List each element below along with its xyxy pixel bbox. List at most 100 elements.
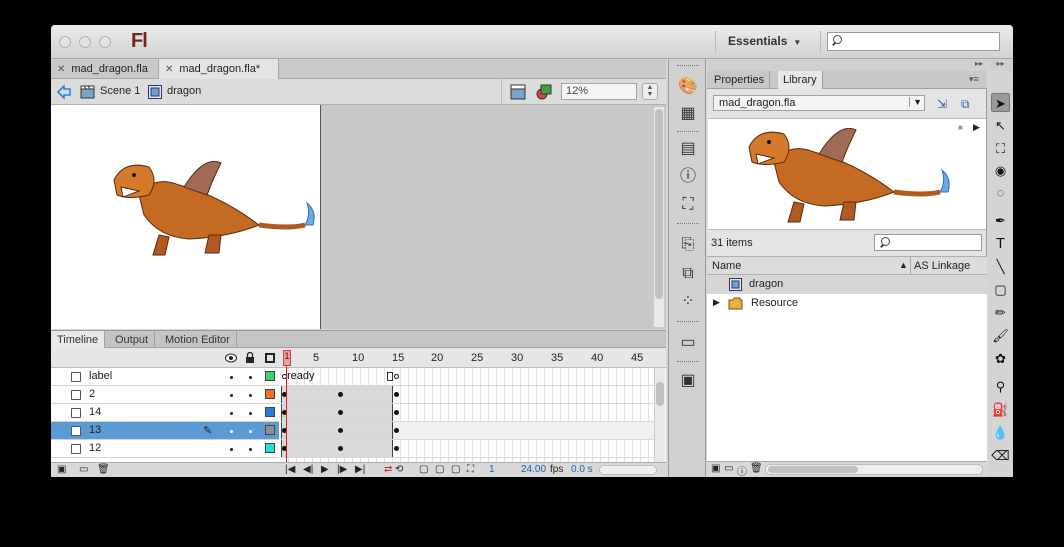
- column-as-linkage[interactable]: AS Linkage: [914, 260, 970, 272]
- lock-dot[interactable]: [249, 412, 252, 415]
- layer-color-swatch[interactable]: [265, 371, 275, 381]
- layer-row-14[interactable]: 14: [51, 404, 279, 422]
- go-to-first-frame-icon[interactable]: |◀: [285, 464, 295, 475]
- modify-onion-markers-icon[interactable]: ⛶: [467, 464, 474, 475]
- onion-outline-icon[interactable]: ▢: [435, 464, 444, 475]
- new-library-panel-icon[interactable]: ⧉: [961, 97, 970, 112]
- stage-area[interactable]: [51, 105, 666, 329]
- new-layer-icon[interactable]: ▣: [57, 464, 66, 475]
- 3d-rotation-tool-icon[interactable]: ◉: [991, 161, 1010, 180]
- frame-row[interactable]: [281, 404, 654, 422]
- library-item-dragon[interactable]: dragon: [707, 275, 987, 294]
- back-arrow-icon[interactable]: [56, 84, 72, 100]
- help-search-input[interactable]: [827, 32, 1000, 51]
- eyedropper-tool-icon[interactable]: 💧: [991, 423, 1010, 442]
- properties-icon[interactable]: ⓘ: [737, 463, 747, 477]
- step-back-icon[interactable]: ◀|: [303, 464, 313, 475]
- project-icon[interactable]: ▭: [678, 333, 698, 353]
- keyframe[interactable]: [394, 392, 399, 397]
- breadcrumb-scene[interactable]: Scene 1: [100, 85, 140, 97]
- scrollbar-thumb[interactable]: [655, 109, 663, 299]
- stop-icon[interactable]: ■: [958, 123, 963, 132]
- timeline-vertical-scrollbar[interactable]: [654, 368, 665, 462]
- workspace-switcher[interactable]: Essentials ▼: [728, 34, 801, 48]
- frame-row[interactable]: ready: [281, 368, 654, 386]
- panel-menu-icon[interactable]: ▾≡: [969, 74, 979, 85]
- rectangle-tool-icon[interactable]: ▢: [991, 280, 1010, 299]
- elapsed-time-readout[interactable]: 0.0 s: [571, 464, 593, 475]
- stage-vertical-scrollbar[interactable]: [654, 107, 664, 327]
- edit-scene-icon[interactable]: [510, 84, 526, 100]
- column-name[interactable]: Name: [712, 260, 741, 272]
- frame-span[interactable]: [281, 440, 393, 457]
- color-palette-icon[interactable]: 🎨: [678, 77, 698, 97]
- zoom-input[interactable]: 12%: [561, 83, 637, 100]
- lock-dot[interactable]: [249, 376, 252, 379]
- close-window-button[interactable]: [59, 36, 71, 48]
- bone-tool-icon[interactable]: ⚲: [991, 377, 1010, 396]
- visibility-dot[interactable]: [230, 394, 233, 397]
- new-folder-icon[interactable]: ▭: [79, 464, 88, 475]
- subselection-tool-icon[interactable]: ↖: [991, 116, 1010, 135]
- loop-icon[interactable]: ⟲: [395, 464, 403, 475]
- free-transform-tool-icon[interactable]: ⛶: [991, 139, 1010, 158]
- transform-icon[interactable]: ⛶: [678, 195, 698, 215]
- close-tab-icon[interactable]: ✕: [165, 64, 173, 75]
- selection-tool-icon[interactable]: ➤: [991, 93, 1010, 112]
- info-icon[interactable]: ⓘ: [678, 167, 698, 187]
- keyframe[interactable]: [338, 446, 343, 451]
- library-search-input[interactable]: [874, 234, 982, 251]
- frame-span[interactable]: [281, 386, 393, 403]
- center-frame-icon[interactable]: ⇄: [384, 464, 392, 475]
- panel-grip[interactable]: [677, 361, 699, 364]
- timeline-body[interactable]: label 2 14 13 ✎ 12 ready: [51, 368, 666, 462]
- keyframe[interactable]: [394, 428, 399, 433]
- frame-row[interactable]: [281, 422, 654, 440]
- zoom-stepper[interactable]: ▲ ▼: [642, 83, 658, 100]
- lock-dot[interactable]: [249, 430, 252, 433]
- step-forward-icon[interactable]: |▶: [337, 464, 347, 475]
- doc-tab-1[interactable]: ✕ mad_dragon.fla: [51, 59, 159, 79]
- lock-icon[interactable]: [245, 352, 255, 364]
- minimize-window-button[interactable]: [79, 36, 91, 48]
- lock-dot[interactable]: [249, 394, 252, 397]
- align-icon[interactable]: ▤: [678, 139, 698, 159]
- stage[interactable]: [51, 105, 321, 329]
- scrollbar-thumb[interactable]: [768, 466, 858, 473]
- new-folder-icon[interactable]: ▭: [724, 463, 733, 474]
- empty-keyframe[interactable]: [394, 374, 399, 379]
- pin-library-icon[interactable]: ⇲: [937, 97, 947, 111]
- components-icon[interactable]: ⧉: [678, 264, 698, 284]
- breadcrumb-symbol[interactable]: dragon: [167, 85, 201, 97]
- panel-grip[interactable]: [677, 131, 699, 134]
- frame-span[interactable]: [281, 422, 393, 439]
- play-icon[interactable]: ▶: [973, 122, 980, 133]
- panel-collapse-icon[interactable]: ▸▸: [988, 59, 1013, 71]
- layer-color-swatch[interactable]: [265, 425, 275, 435]
- close-tab-icon[interactable]: ✕: [57, 64, 65, 75]
- swatches-grid-icon[interactable]: ▦: [678, 104, 698, 124]
- keyframe[interactable]: [394, 410, 399, 415]
- history-icon[interactable]: ▣: [678, 371, 698, 391]
- line-tool-icon[interactable]: ╲: [991, 257, 1010, 276]
- tab-properties[interactable]: Properties: [709, 71, 771, 89]
- motion-presets-icon[interactable]: ⁘: [678, 292, 698, 312]
- fps-readout[interactable]: 24.00: [521, 464, 546, 475]
- paint-bucket-tool-icon[interactable]: ⛽: [991, 400, 1010, 419]
- eraser-tool-icon[interactable]: ⌫: [991, 446, 1010, 465]
- tab-output[interactable]: Output: [109, 331, 156, 348]
- delete-layer-icon[interactable]: 🗑: [97, 464, 110, 475]
- layer-color-swatch[interactable]: [265, 407, 275, 417]
- library-document-select[interactable]: mad_dragon.fla ▼: [713, 95, 925, 111]
- visibility-dot[interactable]: [230, 412, 233, 415]
- library-item-resource[interactable]: ▶ Resource: [707, 294, 987, 313]
- zoom-window-button[interactable]: [99, 36, 111, 48]
- layer-row-2[interactable]: 2: [51, 386, 279, 404]
- keyframe[interactable]: [394, 446, 399, 451]
- frame-row[interactable]: [281, 386, 654, 404]
- keyframe[interactable]: [338, 392, 343, 397]
- timeline-horizontal-scrollbar[interactable]: [599, 465, 657, 475]
- edit-multiple-frames-icon[interactable]: ▢: [451, 464, 460, 475]
- panel-collapse-icon[interactable]: ▸▸: [707, 59, 987, 71]
- text-tool-icon[interactable]: T: [991, 234, 1010, 253]
